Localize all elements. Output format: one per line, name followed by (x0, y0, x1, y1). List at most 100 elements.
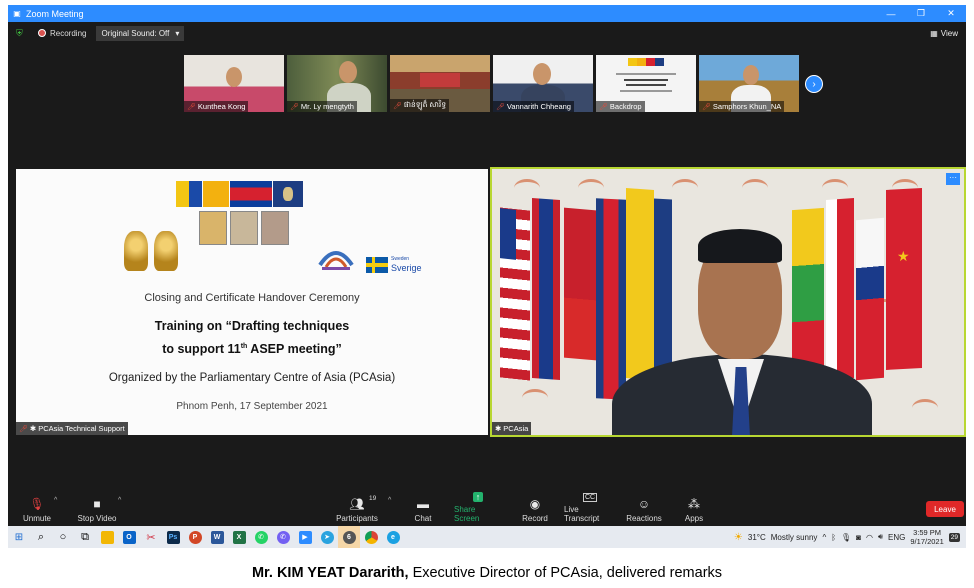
backdrop-emblem (822, 179, 848, 197)
minimize-button[interactable]: — (876, 9, 906, 19)
photoshop-icon: Ps (166, 530, 180, 544)
close-button[interactable]: ✕ (936, 8, 966, 19)
weather-temperature[interactable]: 31°C (748, 533, 766, 542)
chevron-down-icon: ▾ (175, 28, 180, 38)
cc-icon: CC (582, 493, 598, 502)
flag-singapore (826, 198, 854, 380)
participant-tile[interactable]: 🎤︎ ផាន់ឡូត៏ សារិទ្ធ (390, 55, 490, 112)
taskbar-whatsapp[interactable]: ✆ (250, 526, 272, 548)
taskbar-zoom-active[interactable]: 6 (338, 526, 360, 548)
original-sound-dropdown[interactable]: Original Sound: Off ▾ (96, 25, 185, 41)
chevron-up-icon[interactable]: ^ (54, 497, 57, 504)
camera-icon[interactable]: ◙ (856, 533, 861, 542)
taskbar-word[interactable]: W (206, 526, 228, 548)
mic-off-icon: 🎤︎ (496, 103, 505, 111)
chat-button[interactable]: ▬ Chat (412, 489, 434, 526)
apps-button[interactable]: ⁂ Apps (682, 489, 706, 526)
chevron-up-icon[interactable]: ^ (388, 497, 391, 504)
participant-name-tag: 🎤︎ Kunthea Kong (184, 101, 249, 112)
weather-text[interactable]: Mostly sunny (771, 533, 818, 542)
chat-icon: ▬ (417, 497, 429, 511)
caption-name: Mr. KIM YEAT Dararith, (251, 565, 409, 581)
title-bar: ▣ Zoom Meeting — ❐ ✕ (8, 5, 966, 22)
sverige-logo: Sweden Sverige (391, 255, 422, 273)
chevron-up-icon[interactable]: ^ (822, 533, 826, 542)
taskbar-snip[interactable]: ✂ (140, 526, 162, 548)
flags-row (176, 181, 303, 207)
participant-tile[interactable]: 🎤︎ Backdrop (596, 55, 696, 112)
record-button[interactable]: ◉ Record (520, 489, 550, 526)
recording-icon (38, 29, 46, 37)
flag-yellow-blue (176, 181, 202, 207)
portrait-image (199, 211, 227, 245)
search-button[interactable]: ⌕ (30, 526, 52, 548)
unmute-button[interactable]: 🎙︎ Unmute (22, 489, 52, 526)
folder-icon (100, 530, 114, 544)
flag-thailand (856, 217, 884, 381)
participant-name: ផាន់ឡូត៏ សារិទ្ធ (403, 100, 447, 109)
shield-icon[interactable]: ⛨ (16, 28, 26, 38)
flag-brunei (626, 188, 654, 380)
mic-off-icon: 🎤︎ (187, 103, 196, 111)
more-options-icon[interactable]: ··· (946, 173, 960, 185)
stop-video-button[interactable]: ■ Stop Video (76, 489, 118, 526)
apps-icon: ⁂ (688, 497, 700, 511)
pin-icon: ✱ (29, 424, 37, 433)
notification-count[interactable]: 29 (948, 532, 960, 542)
participant-name-tag: 🎤︎ ផាន់ឡូត៏ សារិទ្ធ (390, 99, 450, 112)
live-transcript-button[interactable]: CC Live Transcript (564, 489, 616, 526)
chevron-up-icon[interactable]: ^ (118, 497, 121, 504)
mic-off-icon: 🎤︎ (290, 103, 299, 111)
chat-label: Chat (414, 514, 432, 523)
taskbar-telegram[interactable]: ➤ (316, 526, 338, 548)
wifi-icon[interactable]: ◠ (866, 533, 873, 542)
participant-face (743, 65, 759, 85)
reactions-button[interactable]: ☺ Reactions (626, 489, 662, 526)
clock[interactable]: 3:59 PM 9/17/2021 (910, 528, 943, 546)
participant-name: Mr. Ly mengtyth (300, 102, 354, 111)
viber-icon: ✆ (276, 530, 290, 544)
taskbar-chrome[interactable] (360, 526, 382, 548)
microphone-icon[interactable]: 🎙︎ (841, 533, 851, 542)
volume-icon[interactable]: 🔊︎ (878, 532, 883, 542)
view-button[interactable]: ▦ View (930, 29, 958, 38)
language-indicator[interactable]: ENG (888, 533, 905, 542)
maximize-button[interactable]: ❐ (906, 8, 936, 19)
participant-tile[interactable]: 🎤︎ Kunthea Kong (184, 55, 284, 112)
task-view-button[interactable]: ⧉ (74, 526, 96, 548)
taskbar-powerpoint[interactable]: P (184, 526, 206, 548)
chevron-right-icon: › (812, 78, 816, 90)
start-button[interactable]: ⊞ (8, 526, 30, 548)
share-screen-button[interactable]: ↑ Share Screen (454, 489, 502, 526)
portrait-image (230, 211, 258, 245)
flag-laos (532, 198, 560, 380)
participant-name-tag: 🎤︎ Backdrop (596, 101, 645, 112)
mic-off-icon: 🎙︎ (29, 497, 45, 511)
slide-text-line (620, 90, 672, 92)
zoom-window: ▣ Zoom Meeting — ❐ ✕ ⛨ Recording Origina… (8, 5, 966, 548)
live-transcript-label: Live Transcript (564, 505, 600, 523)
cortana-button[interactable]: ○ (52, 526, 74, 548)
next-page-button[interactable]: › (805, 75, 823, 93)
flag-cambodia (230, 181, 272, 207)
participant-tile[interactable]: 🎤︎ Samphors Khun_NA (699, 55, 799, 112)
word-icon: W (210, 530, 224, 544)
active-speaker-video[interactable]: ★ ··· ✱ PCAsia (490, 167, 966, 437)
excel-icon: X (232, 530, 246, 544)
meeting-toolbar: 🎙︎ Unmute ^ ■ Stop Video ^ 👥︎ Participan… (8, 489, 966, 526)
participant-tile[interactable]: 🎤︎ Vannarith Chheang (493, 55, 593, 112)
taskbar-viber[interactable]: ✆ (272, 526, 294, 548)
outlook-icon: O (122, 530, 136, 544)
taskbar-zoom[interactable]: ▶ (294, 526, 316, 548)
participant-tile[interactable]: 🎤︎ Mr. Ly mengtyth (287, 55, 387, 112)
taskbar-excel[interactable]: X (228, 526, 250, 548)
taskbar-photoshop[interactable]: Ps (162, 526, 184, 548)
leave-button[interactable]: Leave (926, 501, 964, 517)
unmute-label: Unmute (22, 514, 51, 523)
taskbar-explorer[interactable] (96, 526, 118, 548)
bluetooth-icon[interactable]: ᛒ (831, 533, 836, 542)
screen-owner-name: PCAsia Technical Support (38, 424, 125, 433)
taskbar-edge[interactable]: e (382, 526, 404, 548)
participant-name: Kunthea Kong (197, 102, 246, 111)
taskbar-outlook[interactable]: O (118, 526, 140, 548)
